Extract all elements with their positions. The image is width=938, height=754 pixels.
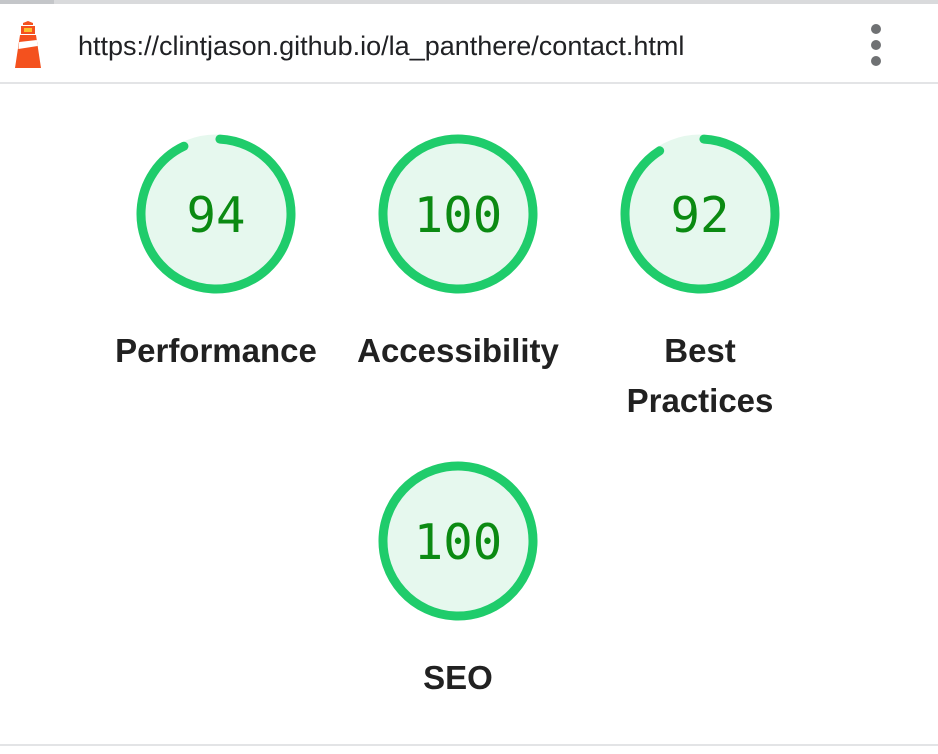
gauge-accessibility[interactable]: 100 Accessibility xyxy=(338,132,578,376)
gauge-score: 100 xyxy=(414,514,503,571)
gauge-ring: 100 xyxy=(378,461,538,621)
gauge-best-practices[interactable]: 92 Best Practices xyxy=(580,132,820,426)
lighthouse-icon xyxy=(15,21,41,68)
more-vertical-icon[interactable] xyxy=(860,22,892,68)
gauge-label: Best Practices xyxy=(626,332,774,419)
gauge-score: 100 xyxy=(414,187,503,244)
gauge-score: 92 xyxy=(670,187,729,244)
gauge-ring: 92 xyxy=(620,134,780,294)
gauge-label: SEO xyxy=(423,659,493,696)
gauge-ring: 94 xyxy=(136,134,296,294)
gauge-label: Performance xyxy=(115,332,317,369)
gauge-performance[interactable]: 94 Performance xyxy=(96,132,336,376)
gauge-score: 94 xyxy=(186,187,245,244)
report-header: https://clintjason.github.io/la_panthere… xyxy=(0,4,938,84)
gauge-seo[interactable]: 100 SEO xyxy=(338,459,578,703)
gauge-label: Accessibility xyxy=(357,332,559,369)
page-url: https://clintjason.github.io/la_panthere… xyxy=(78,31,685,61)
gauge-ring: 100 xyxy=(378,134,538,294)
bottom-divider xyxy=(0,744,938,746)
